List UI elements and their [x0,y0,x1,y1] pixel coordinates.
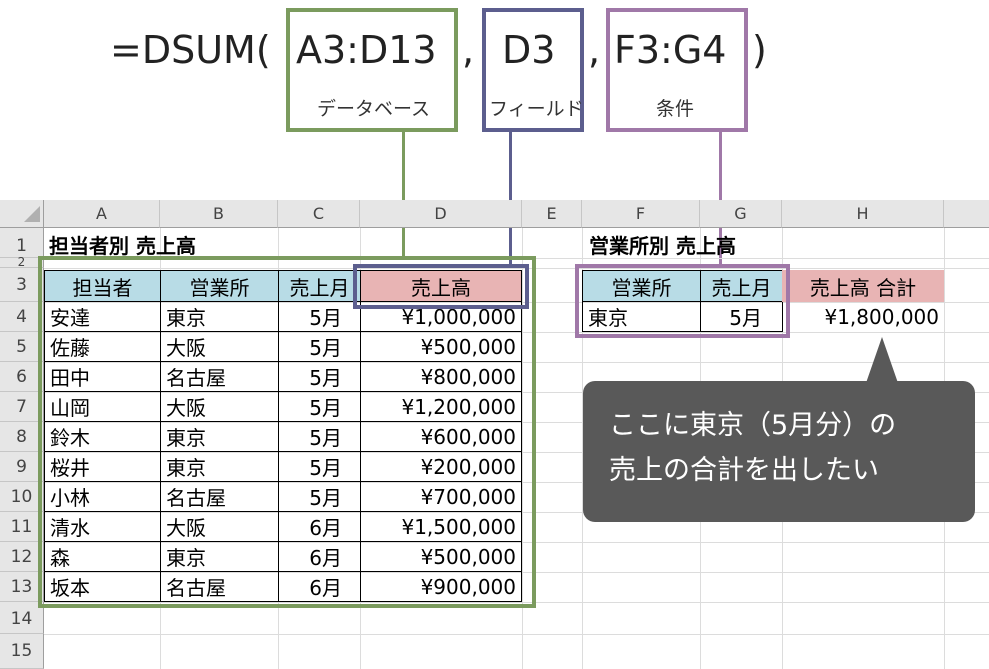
formula-sep-1: , [462,28,475,72]
sheet-title-by-person[interactable]: 担当者別 売上高 [44,230,284,258]
field-range-highlight [353,264,529,309]
column-header-g[interactable]: G [700,200,782,228]
formula-arg-field: D3 [502,28,556,72]
column-header-f[interactable]: F [582,200,700,228]
result-header-cell[interactable]: 売上高 合計 [782,270,944,302]
formula-suffix: ) [752,28,767,72]
criteria-range-highlight [575,264,790,338]
callout-pointer [866,337,898,383]
field-caption: フィールド [489,98,584,120]
column-header-b[interactable]: B [160,200,278,228]
formula-arg-database: A3:D13 [296,28,437,72]
column-header-e[interactable]: E [522,200,582,228]
select-all-triangle-icon [24,206,40,222]
formula-sep-2: , [588,28,601,72]
column-header-blank [944,200,989,228]
formula-arg-criteria: F3:G4 [614,28,727,72]
column-header-d[interactable]: D [360,200,522,228]
criteria-caption: 条件 [656,98,695,120]
database-caption: データベース [317,98,431,120]
sheet-title-by-office[interactable]: 営業所別 売上高 [584,230,824,258]
row-header-1[interactable]: 1 [0,228,44,258]
callout-line-2: 売上の合計を出したい [609,455,879,486]
row-header-15[interactable]: 15 [0,634,44,669]
column-header-h[interactable]: H [782,200,944,228]
column-header-a[interactable]: A [44,200,160,228]
gridline [44,634,989,635]
formula-prefix: =DSUM( [110,28,271,72]
column-header-c[interactable]: C [278,200,360,228]
callout-bubble: ここに東京（5月分）の 売上の合計を出したい [583,381,975,522]
result-value-cell[interactable]: ¥1,800,000 [782,302,944,332]
callout-line-1: ここに東京（5月分）の [609,410,897,441]
